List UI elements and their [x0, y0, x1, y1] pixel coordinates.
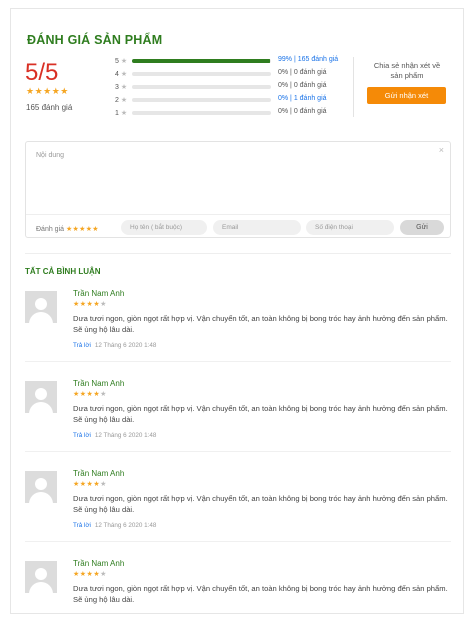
rating-stars-input[interactable]: ★★★★★: [66, 226, 99, 233]
send-button[interactable]: Gửi: [400, 220, 444, 235]
comment-time: 12 Tháng 6 2020 1:48: [94, 432, 157, 439]
commenter-name: Trần Nam Anh: [73, 559, 125, 568]
rating-bar: [132, 98, 271, 102]
reply-link[interactable]: Trả lời: [73, 342, 91, 349]
average-stars: ★★★★★: [26, 86, 69, 96]
divider: [353, 57, 354, 117]
submit-review-button[interactable]: Gửi nhận xét: [367, 87, 446, 104]
divider: [25, 253, 451, 254]
review-card: ĐÁNH GIÁ SẢN PHẨM 5/5 ★★★★★ 165 đánh giá…: [10, 8, 464, 614]
comment-item: Trần Nam Anh ★★★★★ Dưa tươi ngon, giòn n…: [25, 469, 455, 549]
rating-row-4: 4 ★ 0% | 0 đánh giá: [115, 68, 345, 81]
star-icon: ★: [120, 58, 128, 65]
comment-stars: ★★★★★: [73, 301, 107, 308]
rating-breakdown: 5 ★ 99% | 165 đánh giá 4 ★ 0% | 0 đánh g…: [115, 55, 345, 120]
avatar: [25, 561, 57, 593]
comment-item: Trần Nam Anh ★★★★★ Dưa tươi ngon, giòn n…: [25, 559, 455, 613]
comment-text: Dưa tươi ngon, giòn ngọt rất hợp vị. Vận…: [73, 584, 448, 604]
star-icon: ★: [120, 84, 128, 91]
email-field[interactable]: Email: [213, 220, 301, 235]
divider: [26, 214, 450, 215]
rating-level: 3: [115, 84, 119, 91]
comment-text: Dưa tươi ngon, giòn ngọt rất hợp vị. Vận…: [73, 404, 448, 424]
comment-text: Dưa tươi ngon, giòn ngọt rất hợp vị. Vận…: [73, 314, 448, 334]
close-icon[interactable]: ×: [439, 145, 444, 155]
rating-level: 2: [115, 97, 119, 104]
rating-bar-fill: [132, 59, 270, 63]
avatar: [25, 291, 57, 323]
commenter-name: Trần Nam Anh: [73, 379, 125, 388]
content-placeholder: Nội dung: [36, 152, 65, 159]
comment-meta: Trả lời 12 Tháng 6 2020 1:48: [73, 432, 156, 439]
content-textarea[interactable]: Nội dung: [26, 142, 450, 212]
rating-level: 4: [115, 71, 119, 78]
comment-time: 12 Tháng 6 2020 1:48: [94, 342, 157, 349]
rating-bar: [132, 59, 271, 63]
review-title: ĐÁNH GIÁ SẢN PHẨM: [27, 33, 163, 47]
rating-level: 5: [115, 58, 119, 65]
reply-link[interactable]: Trả lời: [73, 522, 91, 529]
rating-selector: Đánh giá ★★★★★: [36, 225, 99, 233]
rating-label: Đánh giá: [36, 226, 65, 233]
divider: [25, 361, 451, 362]
commenter-name: Trần Nam Anh: [73, 289, 125, 298]
comment-stars: ★★★★★: [73, 391, 107, 398]
comments-title: TẤT CẢ BÌNH LUẬN: [25, 267, 101, 276]
rating-count-link[interactable]: 0% | 1 đánh giá: [278, 95, 327, 102]
rating-count-link[interactable]: 99% | 165 đánh giá: [278, 56, 338, 63]
rating-level: 1: [115, 110, 119, 117]
star-icon: ★: [120, 97, 128, 104]
rating-count: 0% | 0 đánh giá: [278, 69, 327, 76]
comment-time: 12 Tháng 6 2020 1:48: [94, 522, 157, 529]
review-form: Nội dung × Đánh giá ★★★★★ Họ tên ( bắt b…: [25, 141, 451, 238]
rating-row-3: 3 ★ 0% | 0 đánh giá: [115, 81, 345, 94]
name-field[interactable]: Họ tên ( bắt buộc): [121, 220, 207, 235]
divider: [25, 451, 451, 452]
comment-meta: Trả lời 12 Tháng 6 2020 1:48: [73, 522, 156, 529]
rating-row-5: 5 ★ 99% | 165 đánh giá: [115, 55, 345, 68]
rating-bar: [132, 111, 271, 115]
rating-count: 0% | 0 đánh giá: [278, 108, 327, 115]
comment-item: Trần Nam Anh ★★★★★ Dưa tươi ngon, giòn n…: [25, 289, 455, 369]
rating-bar: [132, 85, 271, 89]
reply-link[interactable]: Trả lời: [73, 432, 91, 439]
divider: [25, 541, 451, 542]
avatar: [25, 381, 57, 413]
comment-stars: ★★★★★: [73, 571, 107, 578]
comment-stars: ★★★★★: [73, 481, 107, 488]
rating-count: 0% | 0 đánh giá: [278, 82, 327, 89]
rating-row-1: 1 ★ 0% | 0 đánh giá: [115, 107, 345, 120]
review-count: 165 đánh giá: [26, 103, 73, 112]
rating-row-2: 2 ★ 0% | 1 đánh giá: [115, 94, 345, 107]
share-prompt: Chia sẻ nhận xét về sản phẩm: [373, 61, 441, 80]
phone-field[interactable]: Số điện thoại: [306, 220, 394, 235]
comment-meta: Trả lời 12 Tháng 6 2020 1:48: [73, 342, 156, 349]
commenter-name: Trần Nam Anh: [73, 469, 125, 478]
star-icon: ★: [120, 110, 128, 117]
star-icon: ★: [120, 71, 128, 78]
rating-bar: [132, 72, 271, 76]
comment-item: Trần Nam Anh ★★★★★ Dưa tươi ngon, giòn n…: [25, 379, 455, 459]
avatar: [25, 471, 57, 503]
average-score: 5/5: [25, 59, 59, 86]
comment-text: Dưa tươi ngon, giòn ngọt rất hợp vị. Vận…: [73, 494, 448, 514]
